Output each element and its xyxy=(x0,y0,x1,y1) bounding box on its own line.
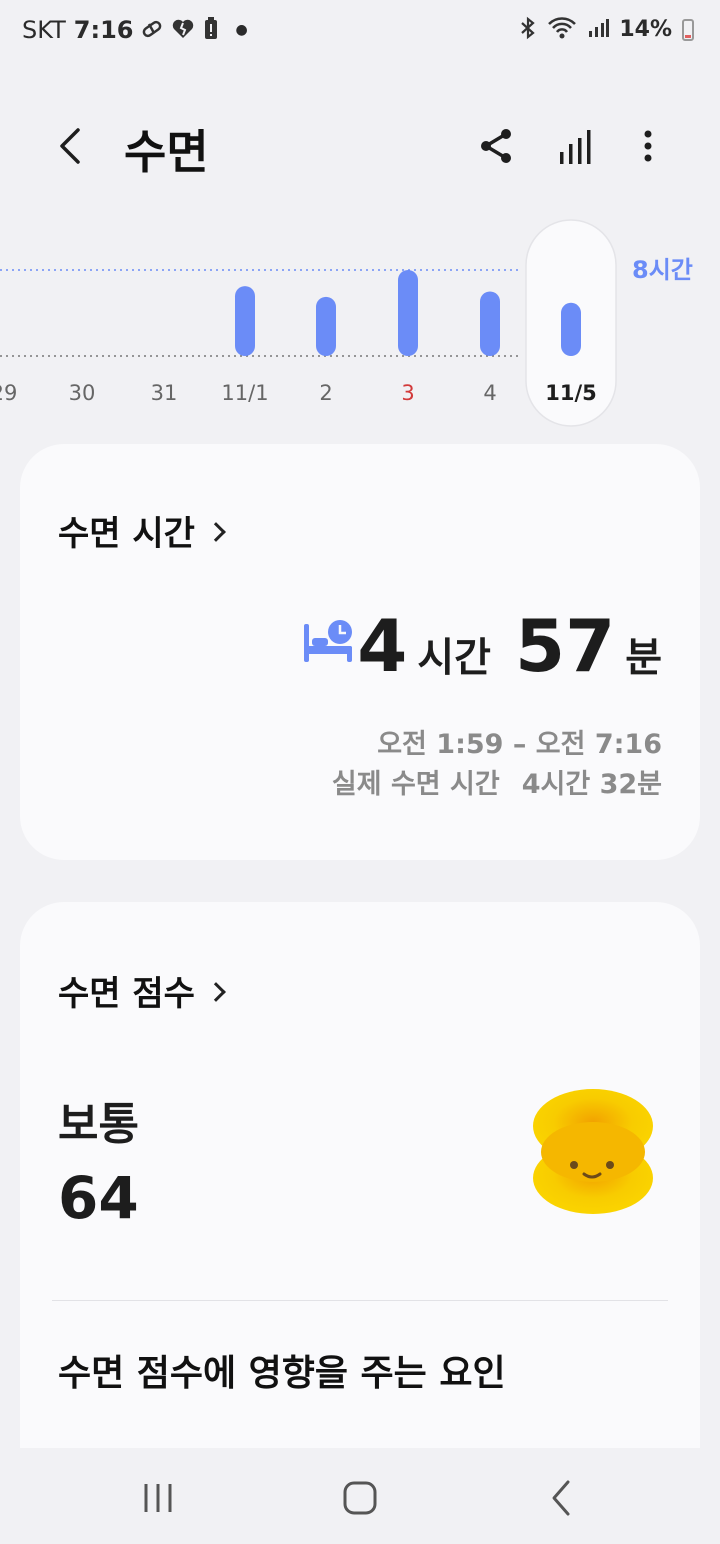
nav-back-icon xyxy=(552,1480,570,1516)
bed-icon xyxy=(304,620,352,662)
app-header: 수면 xyxy=(0,100,720,192)
sleep-bar xyxy=(398,270,418,356)
day-label: 29 xyxy=(0,381,17,405)
chevron-right-icon xyxy=(206,981,226,1002)
pill-icon xyxy=(141,18,163,43)
divider xyxy=(52,1300,668,1301)
sleep-time-card[interactable]: 수면 시간 4 시간 57 분 오전 1:59 – 오전 7:16 실제 수면 … xyxy=(20,444,700,860)
duration-hours: 4 xyxy=(357,604,408,688)
actual-sleep-label: 실제 수면 시간 xyxy=(331,769,500,800)
status-left: SKT 7:16 ● xyxy=(22,16,248,44)
smiley-face-icon xyxy=(533,1089,653,1214)
sleep-score-title-row[interactable]: 수면 점수 xyxy=(58,966,226,1015)
sleep-score-title: 수면 점수 xyxy=(58,974,195,1014)
day-label: 31 xyxy=(151,381,178,405)
more-vert-icon xyxy=(644,130,652,162)
home-button[interactable] xyxy=(336,1478,384,1518)
sleep-time-range: 오전 1:59 – 오전 7:16 xyxy=(377,729,662,760)
sleep-bar xyxy=(480,291,500,356)
nav-back-button[interactable] xyxy=(538,1478,586,1518)
sleep-chart-svg: 8시간 29 30 31 11/1 2 3 4 11/5 xyxy=(0,219,693,427)
duration-minutes: 57 xyxy=(514,604,616,688)
sleep-bar xyxy=(235,286,255,356)
sleep-duration: 4 시간 57 분 xyxy=(357,604,662,688)
status-bar: SKT 7:16 ● 14% xyxy=(0,0,720,64)
duration-hours-unit: 시간 xyxy=(417,635,491,681)
back-icon xyxy=(60,128,80,164)
share-icon xyxy=(481,129,511,163)
share-button[interactable] xyxy=(472,122,520,170)
recent-apps-icon xyxy=(144,1484,172,1512)
sleep-score-value: 64 xyxy=(58,1164,139,1232)
day-label: 3 xyxy=(401,381,414,405)
page-title: 수면 xyxy=(124,125,209,179)
sleep-time-title-row[interactable]: 수면 시간 xyxy=(58,506,226,555)
more-options-button[interactable] xyxy=(624,122,672,170)
actual-sleep-row: 실제 수면 시간 4시간 32분 xyxy=(332,762,662,801)
sleep-time-title: 수면 시간 xyxy=(58,514,195,554)
recent-apps-button[interactable] xyxy=(134,1478,182,1518)
sleep-bar xyxy=(316,296,336,356)
sleep-history-chart[interactable]: 8시간 29 30 31 11/1 2 3 4 11/5 xyxy=(0,210,720,440)
back-button[interactable] xyxy=(48,118,92,174)
day-label: 11/1 xyxy=(221,381,268,405)
day-label: 2 xyxy=(319,381,332,405)
sleep-score-card[interactable]: 수면 점수 보통 64 수면 점수에 영향을 주는 요인 xyxy=(20,902,700,1448)
battery-alert-icon xyxy=(203,16,219,44)
score-factors-title[interactable]: 수면 점수에 영향을 주는 요인 xyxy=(58,1344,506,1396)
status-right: 14% xyxy=(519,16,694,43)
notification-dot-icon: ● xyxy=(235,22,248,38)
goal-label: 8시간 xyxy=(632,256,693,284)
bar-chart-icon xyxy=(560,130,591,164)
carrier-label: SKT xyxy=(22,16,66,44)
signal-icon xyxy=(587,17,610,42)
heart-broken-icon xyxy=(171,18,195,43)
day-label: 4 xyxy=(483,381,496,405)
duration-minutes-unit: 분 xyxy=(625,635,662,681)
wifi-icon xyxy=(547,16,577,43)
sleep-score-grade: 보통 xyxy=(58,1099,139,1150)
clock: 7:16 xyxy=(73,16,134,44)
day-label: 30 xyxy=(69,381,96,405)
home-icon xyxy=(343,1481,377,1515)
day-label: 11/5 xyxy=(545,381,597,405)
battery-percent: 14% xyxy=(619,17,672,42)
chevron-right-icon xyxy=(206,521,226,542)
sleep-bar xyxy=(561,302,581,356)
battery-icon xyxy=(682,18,694,41)
bluetooth-icon xyxy=(519,16,537,43)
system-nav-bar xyxy=(0,1448,720,1544)
actual-sleep-value: 4시간 32분 xyxy=(521,769,662,800)
trends-button[interactable] xyxy=(552,122,600,170)
